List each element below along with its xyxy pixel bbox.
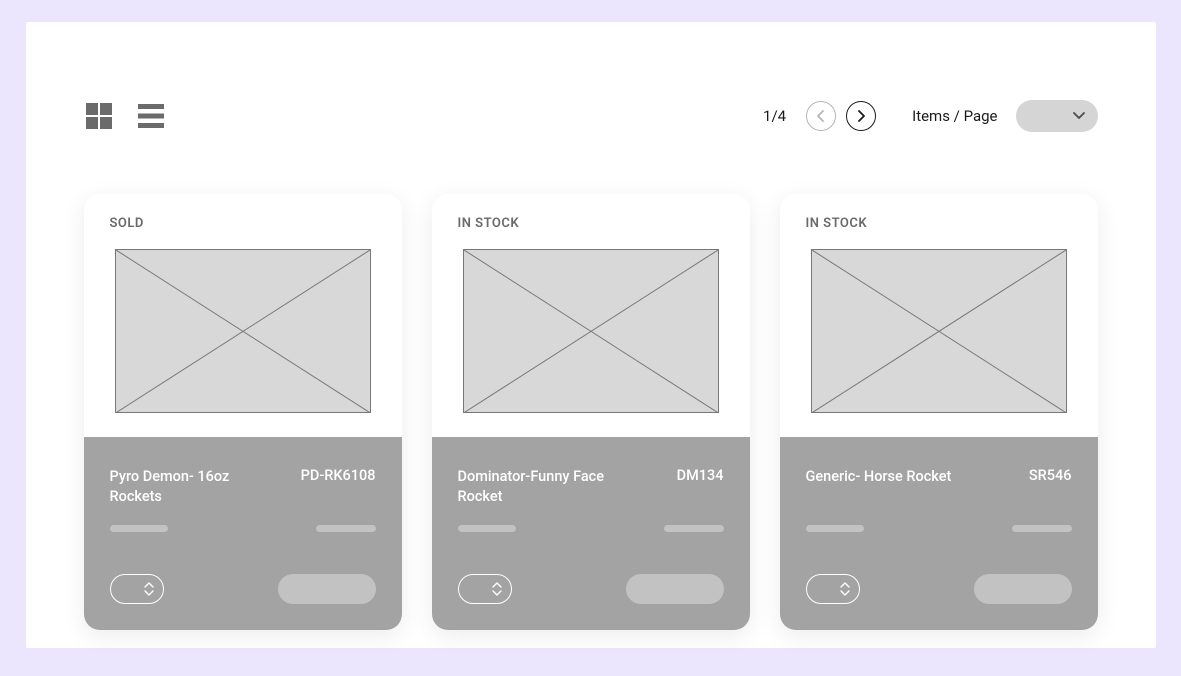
product-card: IN STOCK Dominator-Funny Face Rocket DM1… (432, 194, 750, 630)
action-button[interactable] (974, 574, 1072, 604)
status-badge: IN STOCK (806, 216, 1072, 231)
meta-placeholder (1012, 525, 1072, 532)
product-name: Pyro Demon- 16oz Rockets (110, 467, 270, 511)
grid-icon (84, 101, 114, 131)
meta-placeholder (806, 525, 864, 532)
action-button[interactable] (278, 574, 376, 604)
list-icon (136, 101, 166, 131)
stepper-icon (839, 581, 851, 597)
card-bottom: Generic- Horse Rocket SR546 (780, 437, 1098, 630)
product-sku: PD-RK6108 (301, 467, 376, 511)
product-card: SOLD Pyro Demon- 16oz Rockets PD-RK6108 (84, 194, 402, 630)
meta-placeholder (664, 525, 724, 532)
items-per-page-dropdown[interactable] (1016, 100, 1098, 132)
meta-placeholder (316, 525, 376, 532)
meta-row (806, 525, 1072, 532)
page-container: 1/4 Items / Page (26, 22, 1156, 648)
action-button[interactable] (626, 574, 724, 604)
meta-placeholder (458, 525, 516, 532)
toolbar: 1/4 Items / Page (84, 100, 1098, 132)
product-sku: DM134 (677, 467, 724, 511)
chevron-right-icon (856, 110, 866, 122)
meta-placeholder (110, 525, 168, 532)
title-row: Generic- Horse Rocket SR546 (806, 467, 1072, 511)
product-grid: SOLD Pyro Demon- 16oz Rockets PD-RK6108 (84, 194, 1098, 630)
card-top: IN STOCK (432, 194, 750, 437)
stepper-icon (491, 581, 503, 597)
chevron-left-icon (816, 110, 826, 122)
card-bottom: Dominator-Funny Face Rocket DM134 (432, 437, 750, 630)
quantity-stepper[interactable] (458, 574, 512, 604)
page-indicator: 1/4 (763, 107, 786, 125)
items-per-page-label: Items / Page (912, 107, 997, 125)
quantity-stepper[interactable] (806, 574, 860, 604)
card-top: SOLD (84, 194, 402, 437)
prev-page-button[interactable] (806, 101, 836, 131)
meta-row (110, 525, 376, 532)
title-row: Pyro Demon- 16oz Rockets PD-RK6108 (110, 467, 376, 511)
status-badge: SOLD (110, 216, 376, 231)
product-name: Dominator-Funny Face Rocket (458, 467, 618, 511)
view-toggle-group (84, 101, 166, 131)
quantity-stepper[interactable] (110, 574, 164, 604)
title-row: Dominator-Funny Face Rocket DM134 (458, 467, 724, 511)
product-sku: SR546 (1029, 467, 1072, 511)
product-image-placeholder (811, 249, 1067, 413)
product-name: Generic- Horse Rocket (806, 467, 952, 511)
stepper-icon (143, 581, 155, 597)
action-row (458, 574, 724, 604)
list-view-button[interactable] (136, 101, 166, 131)
product-image-placeholder (463, 249, 719, 413)
card-top: IN STOCK (780, 194, 1098, 437)
product-image-placeholder (115, 249, 371, 413)
meta-row (458, 525, 724, 532)
action-row (110, 574, 376, 604)
action-row (806, 574, 1072, 604)
next-page-button[interactable] (846, 101, 876, 131)
chevron-down-icon (1072, 111, 1086, 121)
status-badge: IN STOCK (458, 216, 724, 231)
grid-view-button[interactable] (84, 101, 114, 131)
toolbar-right: 1/4 Items / Page (763, 100, 1097, 132)
card-bottom: Pyro Demon- 16oz Rockets PD-RK6108 (84, 437, 402, 630)
product-card: IN STOCK Generic- Horse Rocket SR546 (780, 194, 1098, 630)
pager (806, 101, 876, 131)
